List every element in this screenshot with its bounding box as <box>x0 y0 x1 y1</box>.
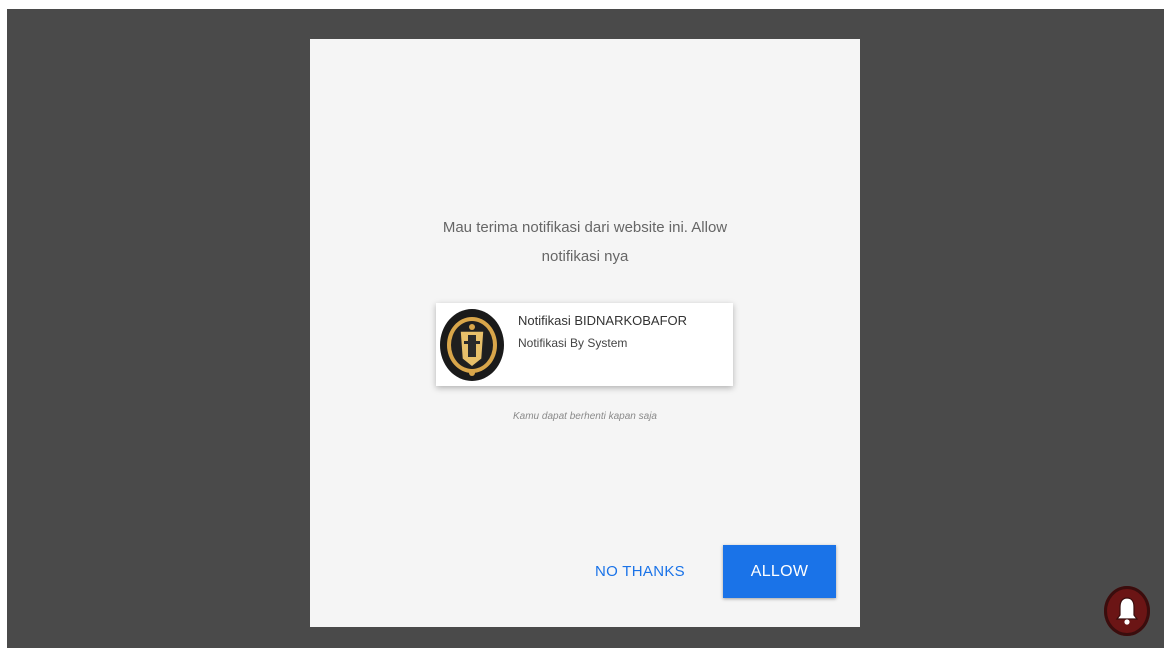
prompt-line-1: Mau terima notifikasi dari website ini. … <box>442 219 728 236</box>
notification-bell-button[interactable] <box>1104 586 1150 636</box>
notification-permission-dialog: Mau terima notifikasi dari website ini. … <box>310 39 860 627</box>
bell-icon <box>1115 597 1139 625</box>
unsubscribe-hint: Kamu dapat berhenti kapan saja <box>513 411 657 422</box>
notification-preview: Notifikasi BIDNARKOBAFOR Notifikasi By S… <box>436 303 733 386</box>
allow-button[interactable]: ALLOW <box>723 545 836 598</box>
preview-subtitle: Notifikasi By System <box>518 336 628 350</box>
preview-title: Notifikasi BIDNARKOBAFOR <box>518 313 688 328</box>
prompt-line-2: notifikasi nya <box>541 248 629 265</box>
no-thanks-button[interactable]: NO THANKS <box>576 545 704 597</box>
forensic-lab-logo-icon <box>440 309 504 381</box>
permission-prompt: Mau terima notifikasi dari website ini. … <box>310 213 860 271</box>
